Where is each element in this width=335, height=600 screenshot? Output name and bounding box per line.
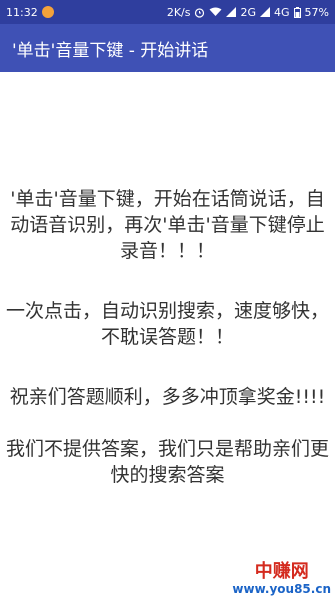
instruction-paragraph: '单击'音量下键，开始在话筒说话，自动语音识别，再次'单击'音量下键停止录音！！… bbox=[10, 188, 325, 262]
network-speed: 2K/s bbox=[166, 5, 191, 19]
signal-icon-2 bbox=[260, 7, 271, 17]
main-content: '单击'音量下键，开始在话筒说话，自动语音识别，再次'单击'音量下键停止录音！！… bbox=[0, 72, 335, 600]
status-right: 2K/s 2G 4G 57% bbox=[167, 6, 329, 19]
alarm-icon bbox=[194, 7, 205, 18]
app-bar: '单击'音量下键 - 开始讲话 bbox=[0, 24, 335, 72]
speed-paragraph: 一次点击，自动识别搜索，速度够快，不耽误答题！！ bbox=[5, 300, 329, 348]
status-bar: 11:32 2K/s 2G 4G 57% bbox=[0, 0, 335, 24]
network-type-2: 4G bbox=[274, 5, 290, 19]
wifi-icon bbox=[209, 7, 222, 17]
status-time: 11:32 bbox=[6, 5, 38, 19]
network-type-1: 2G bbox=[240, 5, 257, 19]
page-title: '单击'音量下键 - 开始讲话 bbox=[12, 40, 209, 61]
watermark-logo: 中赚网 www.you85.cn bbox=[232, 561, 331, 597]
signal-icon-1 bbox=[226, 7, 237, 17]
disclaimer-paragraph: 我们不提供答案，我们只是帮助亲们更快的搜索答案 bbox=[5, 438, 329, 486]
battery-level: 57% bbox=[304, 5, 329, 19]
watermark-url: www.you85.cn bbox=[232, 582, 331, 596]
wish-paragraph: 祝亲们答题顺利，多多冲顶拿奖金!!!! bbox=[9, 386, 326, 408]
notification-icon bbox=[41, 6, 54, 18]
status-left: 11:32 bbox=[6, 6, 54, 19]
battery-icon bbox=[293, 6, 301, 18]
watermark-title: 中赚网 bbox=[254, 561, 309, 582]
